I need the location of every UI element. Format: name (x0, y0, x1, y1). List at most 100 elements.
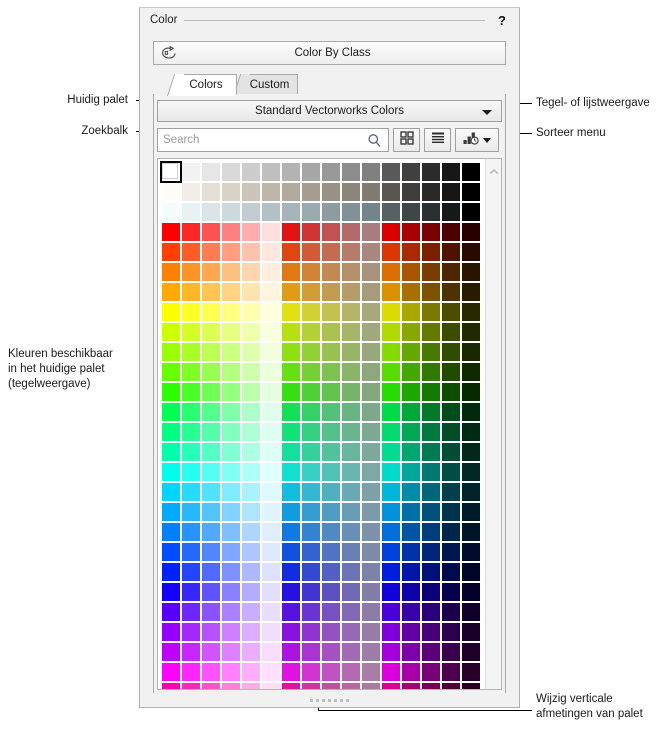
color-swatch[interactable] (261, 642, 281, 662)
color-swatch[interactable] (241, 382, 261, 402)
color-swatch[interactable] (361, 282, 381, 302)
color-swatch[interactable] (221, 382, 241, 402)
color-swatch[interactable] (341, 182, 361, 202)
color-swatch[interactable] (161, 582, 181, 602)
color-swatch[interactable] (301, 602, 321, 622)
color-swatch[interactable] (321, 622, 341, 642)
color-swatch[interactable] (461, 442, 481, 462)
color-swatch[interactable] (281, 342, 301, 362)
color-swatch[interactable] (201, 302, 221, 322)
color-swatch[interactable] (461, 622, 481, 642)
color-swatch[interactable] (221, 582, 241, 602)
color-swatch[interactable] (261, 282, 281, 302)
color-swatch[interactable] (301, 282, 321, 302)
color-swatch[interactable] (421, 362, 441, 382)
color-swatch[interactable] (221, 242, 241, 262)
color-swatch[interactable] (461, 582, 481, 602)
list-view-button[interactable] (424, 128, 451, 152)
color-swatch[interactable] (241, 422, 261, 442)
color-swatch[interactable] (321, 402, 341, 422)
color-swatch[interactable] (221, 522, 241, 542)
color-swatch[interactable] (321, 282, 341, 302)
color-swatch[interactable] (461, 542, 481, 562)
color-swatch[interactable] (421, 542, 441, 562)
color-swatch[interactable] (281, 502, 301, 522)
color-swatch[interactable] (321, 162, 341, 182)
color-swatch[interactable] (301, 202, 321, 222)
color-swatch[interactable] (261, 562, 281, 582)
color-swatch[interactable] (321, 242, 341, 262)
color-swatch[interactable] (221, 442, 241, 462)
color-swatch[interactable] (241, 442, 261, 462)
color-swatch[interactable] (321, 422, 341, 442)
color-swatch[interactable] (401, 642, 421, 662)
help-button[interactable]: ? (495, 13, 509, 28)
color-swatch[interactable] (361, 322, 381, 342)
color-swatch[interactable] (461, 502, 481, 522)
color-swatch[interactable] (341, 282, 361, 302)
color-swatch[interactable] (161, 282, 181, 302)
color-swatch[interactable] (381, 182, 401, 202)
color-swatch[interactable] (221, 482, 241, 502)
color-swatch[interactable] (401, 302, 421, 322)
color-swatch[interactable] (161, 422, 181, 442)
color-swatch[interactable] (401, 542, 421, 562)
color-swatch[interactable] (281, 682, 301, 689)
color-swatch[interactable] (381, 642, 401, 662)
color-swatch[interactable] (201, 622, 221, 642)
color-swatch[interactable] (421, 402, 441, 422)
color-swatch[interactable] (401, 422, 421, 442)
color-swatch[interactable] (201, 222, 221, 242)
sort-menu-button[interactable] (455, 128, 499, 152)
color-swatch[interactable] (221, 662, 241, 682)
color-swatch[interactable] (241, 362, 261, 382)
color-swatch[interactable] (181, 502, 201, 522)
color-swatch[interactable] (361, 642, 381, 662)
color-swatch[interactable] (161, 482, 181, 502)
color-swatch[interactable] (301, 342, 321, 362)
color-swatch[interactable] (301, 322, 321, 342)
color-swatch[interactable] (381, 562, 401, 582)
color-swatch[interactable] (381, 242, 401, 262)
color-swatch[interactable] (201, 522, 221, 542)
color-swatch[interactable] (201, 462, 221, 482)
color-swatch[interactable] (181, 162, 201, 182)
color-swatch[interactable] (301, 242, 321, 262)
color-swatch[interactable] (361, 362, 381, 382)
color-swatch[interactable] (401, 482, 421, 502)
color-swatch[interactable] (261, 622, 281, 642)
color-swatch[interactable] (441, 402, 461, 422)
color-swatch[interactable] (221, 182, 241, 202)
color-swatch[interactable] (421, 442, 441, 462)
color-swatch[interactable] (381, 322, 401, 342)
color-swatch[interactable] (181, 642, 201, 662)
color-swatch[interactable] (441, 242, 461, 262)
color-swatch[interactable] (221, 202, 241, 222)
color-swatch[interactable] (241, 282, 261, 302)
color-swatch[interactable] (201, 402, 221, 422)
color-swatch[interactable] (201, 162, 221, 182)
color-swatch[interactable] (321, 542, 341, 562)
color-swatch[interactable] (381, 382, 401, 402)
color-swatch[interactable] (461, 562, 481, 582)
color-swatch[interactable] (261, 162, 281, 182)
color-swatch[interactable] (261, 442, 281, 462)
color-swatch[interactable] (321, 342, 341, 362)
color-swatch[interactable] (441, 602, 461, 622)
color-swatch[interactable] (441, 662, 461, 682)
color-swatch[interactable] (281, 442, 301, 462)
color-swatch[interactable] (361, 222, 381, 242)
color-swatch[interactable] (161, 602, 181, 622)
color-swatch[interactable] (361, 162, 381, 182)
color-swatch[interactable] (181, 662, 201, 682)
color-swatch[interactable] (361, 442, 381, 462)
color-swatch[interactable] (261, 422, 281, 442)
color-swatch[interactable] (401, 602, 421, 622)
color-swatch[interactable] (160, 161, 182, 183)
color-swatch[interactable] (441, 162, 461, 182)
color-swatch[interactable] (161, 682, 181, 689)
color-swatch[interactable] (321, 482, 341, 502)
color-swatch[interactable] (381, 402, 401, 422)
color-swatch[interactable] (281, 222, 301, 242)
color-swatch[interactable] (301, 382, 321, 402)
